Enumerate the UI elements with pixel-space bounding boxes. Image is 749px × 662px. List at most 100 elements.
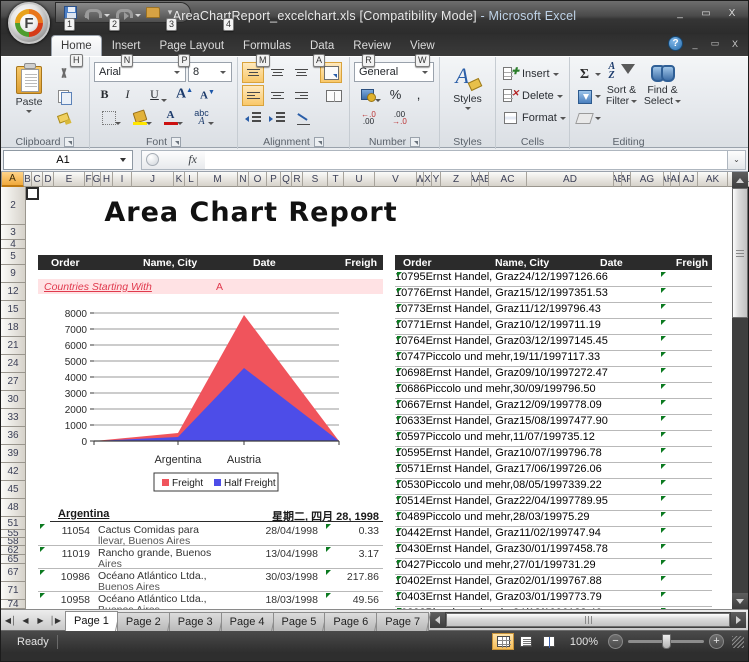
- italic-button[interactable]: I: [117, 84, 138, 105]
- column-header-af[interactable]: AF: [622, 172, 631, 187]
- column-header-p[interactable]: P: [267, 172, 281, 187]
- ribbon-tab-page-layout[interactable]: Page Layout P: [150, 36, 233, 67]
- table-row[interactable]: 10597Piccolo und mehr,11/07/1997 35.12: [395, 431, 712, 447]
- name-box-chevron-down-icon[interactable]: [116, 158, 130, 162]
- bold-button[interactable]: B: [94, 84, 115, 105]
- copy-button[interactable]: [53, 87, 75, 106]
- font-color-button[interactable]: [156, 107, 185, 128]
- normal-view-button[interactable]: [492, 633, 514, 650]
- row-header-65[interactable]: 65: [1, 555, 26, 564]
- column-header-m[interactable]: M: [198, 172, 238, 187]
- column-header-z[interactable]: Z: [441, 172, 472, 187]
- last-sheet-button[interactable]: │▶: [49, 613, 62, 628]
- table-row[interactable]: 10403Ernst Handel, Graz03/01/1997 73.79: [395, 591, 712, 607]
- ribbon-tab-formulas[interactable]: Formulas M: [234, 36, 300, 67]
- column-header-s[interactable]: S: [303, 172, 328, 187]
- formula-input[interactable]: [205, 149, 728, 170]
- styles-button[interactable]: Styles: [444, 62, 491, 110]
- font-size-chevron-down-icon[interactable]: [217, 71, 229, 74]
- row-header-67[interactable]: 67: [1, 564, 26, 582]
- column-header-ab[interactable]: AB: [480, 172, 489, 187]
- window-restore-button[interactable]: ▭: [694, 5, 718, 22]
- alignment-dialog-launcher[interactable]: [313, 137, 324, 147]
- office-button[interactable]: F: [8, 2, 50, 44]
- scroll-right-button[interactable]: [731, 612, 746, 628]
- zoom-out-button[interactable]: −: [608, 634, 623, 649]
- table-row[interactable]: 10514Ernst Handel, Graz22/04/1997 789.95: [395, 495, 712, 511]
- name-box[interactable]: A1: [3, 149, 133, 170]
- cut-button[interactable]: [53, 65, 75, 84]
- insert-function-button[interactable]: fx: [141, 149, 205, 170]
- ribbon-tab-data[interactable]: Data A: [301, 36, 343, 67]
- number-format-chevron-down-icon[interactable]: [419, 71, 431, 74]
- table-row[interactable]: 10595Ernst Handel, Graz10/07/1997 96.78: [395, 447, 712, 463]
- align-left-button[interactable]: [242, 85, 264, 106]
- sort-filter-button[interactable]: AZ Sort & Filter: [601, 62, 642, 107]
- row-header-48[interactable]: 48: [1, 499, 26, 517]
- row-header-18[interactable]: 18: [1, 319, 26, 337]
- font-dialog-launcher[interactable]: [171, 137, 181, 147]
- table-row[interactable]: 10986 Océano Atlántico Ltda., Buenos Air…: [38, 569, 383, 593]
- table-row[interactable]: 10442Ernst Handel, Graz11/02/1997 47.94: [395, 527, 712, 543]
- column-header-q[interactable]: Q: [281, 172, 292, 187]
- table-row[interactable]: 10698Ernst Handel, Graz09/10/1997 272.47: [395, 367, 712, 383]
- table-row[interactable]: 10571Ernst Handel, Graz17/06/1997 26.06: [395, 463, 712, 479]
- column-header-j[interactable]: J: [132, 172, 174, 187]
- find-select-button[interactable]: Find & Select: [642, 63, 683, 107]
- ribbon-tab-view[interactable]: View W: [401, 36, 444, 67]
- table-row[interactable]: 10686Piccolo und mehr,30/09/1997 96.50: [395, 383, 712, 399]
- font-name-chevron-down-icon[interactable]: [171, 71, 183, 74]
- font-size-combo[interactable]: 8: [188, 62, 232, 82]
- table-row[interactable]: 10427Piccolo und mehr,27/01/1997 31.29: [395, 559, 712, 575]
- table-row[interactable]: 10773Ernst Handel, Graz11/12/1997 96.43: [395, 303, 712, 319]
- column-header-ag[interactable]: AG: [631, 172, 664, 187]
- scroll-down-button[interactable]: [732, 593, 748, 609]
- window-close-button[interactable]: X: [720, 5, 744, 22]
- table-row[interactable]: 10958 Océano Atlántico Ltda., Buenos Air…: [38, 592, 383, 609]
- page-break-preview-button[interactable]: [538, 633, 560, 650]
- merge-center-button[interactable]: [320, 85, 348, 106]
- column-header-a[interactable]: A: [2, 172, 24, 187]
- phonetic-guide-button[interactable]: abc A: [187, 107, 216, 128]
- increase-indent-button[interactable]: [266, 108, 288, 129]
- accounting-format-button[interactable]: [354, 84, 383, 105]
- column-header-i[interactable]: I: [113, 172, 132, 187]
- column-header-l[interactable]: L: [185, 172, 198, 187]
- clear-button[interactable]: [574, 108, 601, 129]
- row-header-9[interactable]: 9: [1, 265, 26, 283]
- vertical-scroll-track[interactable]: [732, 318, 748, 593]
- next-sheet-button[interactable]: ▶: [34, 613, 47, 628]
- sheet-canvas[interactable]: Area Chart Report Order Name, City Date …: [26, 187, 748, 609]
- table-row[interactable]: 10489Piccolo und mehr,28/03/1997 5.29: [395, 511, 712, 527]
- zoom-slider-thumb[interactable]: [662, 634, 671, 649]
- shrink-font-button[interactable]: A▼: [197, 84, 218, 105]
- sheet-tab-page-5[interactable]: Page 5: [272, 611, 326, 631]
- column-header-h[interactable]: H: [101, 172, 113, 187]
- table-row[interactable]: 10764Ernst Handel, Graz03/12/1997 145.45: [395, 335, 712, 351]
- table-row[interactable]: 10633Ernst Handel, Graz15/08/1997 477.90: [395, 415, 712, 431]
- window-minimize-button[interactable]: _: [668, 5, 692, 22]
- grow-font-button[interactable]: A▲: [174, 84, 195, 105]
- font-color-dropdown-arrow[interactable]: [177, 122, 183, 125]
- ribbon-tab-insert[interactable]: Insert N: [103, 36, 150, 67]
- table-row[interactable]: 10795Ernst Handel, Graz24/12/1997 126.66: [395, 271, 712, 287]
- row-header-71[interactable]: 71: [1, 582, 26, 600]
- clipboard-dialog-launcher[interactable]: [64, 137, 75, 147]
- table-row[interactable]: 10776Ernst Handel, Graz15/12/1997 351.53: [395, 287, 712, 303]
- paste-dropdown-arrow[interactable]: [26, 110, 32, 113]
- row-header-2[interactable]: 2: [1, 187, 26, 225]
- column-header-n[interactable]: N: [238, 172, 249, 187]
- formula-bar-expand-button[interactable]: ⌄: [728, 149, 746, 170]
- help-icon[interactable]: ?: [668, 36, 683, 51]
- fill-button[interactable]: [574, 86, 601, 107]
- align-right-button[interactable]: [290, 85, 312, 106]
- row-header-24[interactable]: 24: [1, 355, 26, 373]
- decrease-indent-button[interactable]: [242, 108, 264, 129]
- phonetic-dropdown-arrow[interactable]: [208, 122, 214, 125]
- table-row[interactable]: 10771Ernst Handel, Graz10/12/1997 11.19: [395, 319, 712, 335]
- table-row[interactable]: 10530Piccolo und mehr,08/05/1997 339.22: [395, 479, 712, 495]
- row-header-21[interactable]: 21: [1, 337, 26, 355]
- column-header-w[interactable]: W: [417, 172, 424, 187]
- ribbon-tab-review[interactable]: Review R: [344, 36, 400, 67]
- increase-decimal-button[interactable]: ←.0.00: [354, 107, 383, 128]
